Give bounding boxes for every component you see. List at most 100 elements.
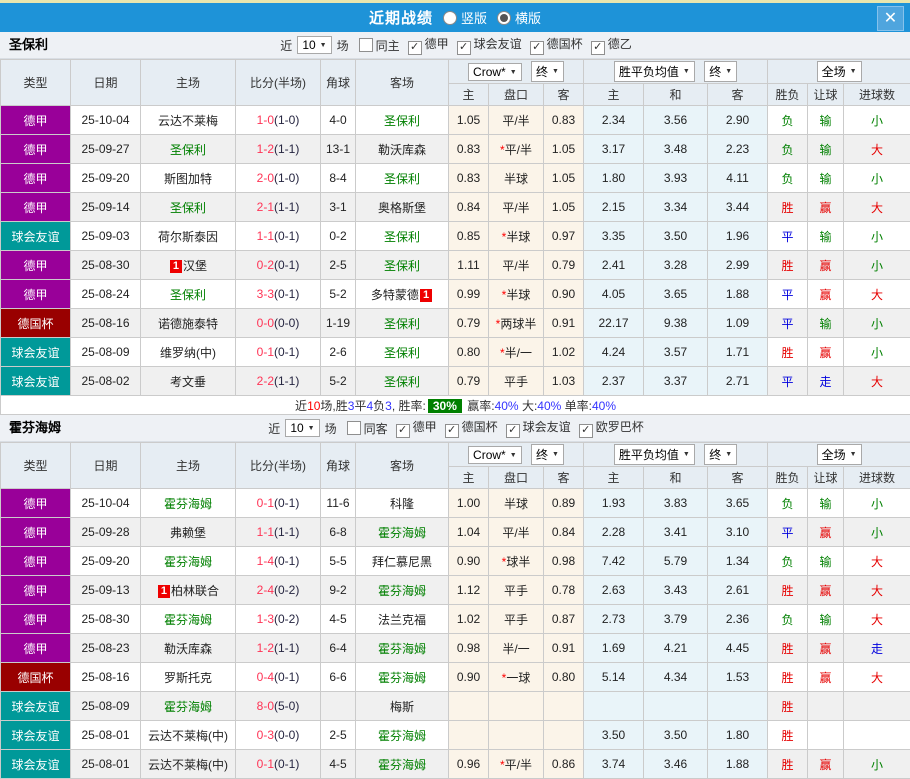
close-icon[interactable]: ✕ — [877, 6, 904, 31]
home-odds: 0.80 — [449, 338, 489, 367]
checkbox-league[interactable]: ✓ — [591, 41, 605, 55]
avg-home-odds: 7.42 — [584, 547, 644, 576]
result-handicap: 输 — [808, 489, 844, 518]
league-type-badge: 球会友谊 — [1, 338, 71, 367]
checkbox-league[interactable]: ✓ — [457, 41, 471, 55]
handicap-star-icon: * — [496, 317, 501, 331]
avg-away-odds: 1.96 — [708, 222, 768, 251]
odds-time-select[interactable]: 终▼ — [531, 444, 564, 465]
checkbox-league[interactable]: ✓ — [506, 424, 520, 438]
score-cell: 2-4(0-2) — [236, 576, 321, 605]
avg-home-odds: 4.05 — [584, 280, 644, 309]
corner-score: 0-2 — [321, 222, 356, 251]
checkbox-league[interactable]: ✓ — [445, 424, 459, 438]
result-goals: 大 — [844, 135, 910, 164]
summary-segment: 3 — [385, 399, 392, 413]
corner-score: 6-6 — [321, 663, 356, 692]
match-date: 25-08-09 — [71, 338, 141, 367]
result-handicap: 赢 — [808, 338, 844, 367]
dropdown-arrow-icon: ▼ — [683, 68, 690, 75]
checkbox-league[interactable]: ✓ — [396, 424, 410, 438]
scope-select[interactable]: 全场▼ — [817, 444, 862, 465]
avg-select[interactable]: 胜平负均值 ▼ — [614, 444, 695, 465]
league-type-badge: 德甲 — [1, 106, 71, 135]
home-odds: 0.83 — [449, 135, 489, 164]
avg-draw-odds: 9.38 — [644, 309, 708, 338]
handicap-star-icon: * — [500, 346, 505, 360]
table-row: 球会友谊 25-08-09 维罗纳(中) 0-1(0-1) 2-6 圣保利 0.… — [1, 338, 910, 367]
games-count-select[interactable]: 10▼ — [285, 419, 319, 437]
fulltime-score: 8-0 — [257, 699, 274, 713]
checkbox-same-venue[interactable] — [359, 38, 373, 52]
team-name-text: 霍芬海姆 — [378, 642, 426, 656]
team-name-text: 圣保利 — [170, 288, 206, 302]
avg-draw-odds: 3.43 — [644, 576, 708, 605]
corner-score: 3-1 — [321, 193, 356, 222]
corner-score: 5-2 — [321, 367, 356, 396]
avg-select[interactable]: 胜平负均值▼ — [614, 61, 695, 82]
result-handicap — [808, 692, 844, 721]
result-wdl: 平 — [768, 367, 808, 396]
handicap-line: 平/半 — [489, 518, 544, 547]
halftime-score: (1-0) — [274, 171, 299, 185]
match-date: 25-08-09 — [71, 692, 141, 721]
home-team-cell: 诺德施泰特 — [141, 309, 236, 338]
home-team-cell: 维罗纳(中) — [141, 338, 236, 367]
score-cell: 1-1(1-1) — [236, 518, 321, 547]
summary-segment: 单率: — [561, 399, 592, 413]
col-away: 客场 — [356, 443, 449, 489]
table-row: 德甲 25-09-27 圣保利 1-2(1-1) 13-1 勒沃库森 0.83 … — [1, 135, 910, 164]
avg-away-odds: 2.90 — [708, 106, 768, 135]
dropdown-arrow-icon: ▼ — [552, 68, 559, 75]
bookmaker-select[interactable]: Crow*▼ — [468, 446, 522, 464]
checkbox-league[interactable]: ✓ — [408, 41, 422, 55]
halftime-score: (0-0) — [274, 316, 299, 330]
match-date: 25-08-23 — [71, 634, 141, 663]
avg-draw-odds: 3.56 — [644, 106, 708, 135]
radio-horizontal-layout[interactable] — [497, 11, 511, 25]
dropdown-arrow-icon: ▼ — [683, 451, 690, 458]
col-corner: 角球 — [321, 443, 356, 489]
fulltime-score: 1-3 — [257, 612, 274, 626]
score-cell: 0-4(0-1) — [236, 663, 321, 692]
scope-select[interactable]: 全场▼ — [817, 61, 862, 82]
home-odds: 0.79 — [449, 309, 489, 338]
team-name-text: 拜仁慕尼黑 — [372, 555, 432, 569]
avg-select-value: 胜平负均值 — [619, 446, 679, 463]
avg-home-odds: 3.50 — [584, 721, 644, 750]
home-odds: 0.99 — [449, 280, 489, 309]
score-cell: 0-2(0-1) — [236, 251, 321, 280]
col-type: 类型 — [1, 60, 71, 106]
avg-time-select[interactable]: 终▼ — [704, 444, 737, 465]
checkbox-league[interactable]: ✓ — [579, 424, 593, 438]
avg-time-select[interactable]: 终▼ — [704, 61, 737, 82]
summary-segment: 30% — [428, 399, 462, 413]
league-type-badge: 德国杯 — [1, 663, 71, 692]
avg-away-odds: 1.88 — [708, 280, 768, 309]
team-name-text: 云达不莱梅(中) — [148, 729, 228, 743]
avg-away-odds: 3.10 — [708, 518, 768, 547]
result-goals: 小 — [844, 251, 910, 280]
summary-segment: 负 — [373, 399, 385, 413]
fulltime-score: 0-2 — [257, 258, 274, 272]
avg-home-odds: 3.35 — [584, 222, 644, 251]
avg-time-value: 终 — [709, 446, 721, 463]
radio-vertical-layout[interactable] — [443, 11, 457, 25]
checkbox-same-venue[interactable] — [347, 421, 361, 435]
bookmaker-select[interactable]: Crow*▼ — [468, 63, 522, 81]
avg-home-odds: 2.63 — [584, 576, 644, 605]
score-cell: 1-2(1-1) — [236, 634, 321, 663]
corner-score: 2-5 — [321, 251, 356, 280]
halftime-score: (0-2) — [274, 583, 299, 597]
checkbox-league[interactable]: ✓ — [530, 41, 544, 55]
home-odds: 0.98 — [449, 634, 489, 663]
odds-time-select[interactable]: 终▼ — [531, 61, 564, 82]
games-count-select[interactable]: 10▼ — [297, 36, 331, 54]
radio-horizontal-label: 横版 — [515, 8, 541, 27]
away-odds: 0.84 — [544, 518, 584, 547]
result-handicap: 输 — [808, 222, 844, 251]
result-goals: 小 — [844, 222, 910, 251]
result-wdl: 胜 — [768, 193, 808, 222]
halftime-score: (0-1) — [274, 229, 299, 243]
away-odds: 0.97 — [544, 222, 584, 251]
